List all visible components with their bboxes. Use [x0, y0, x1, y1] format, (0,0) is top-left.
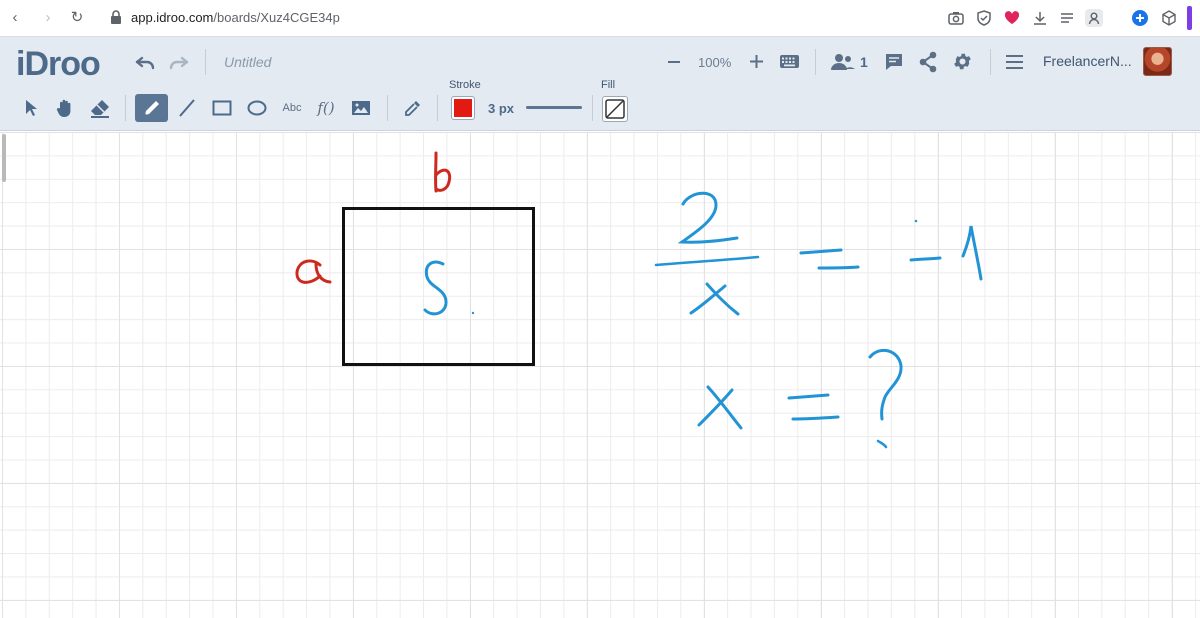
rectangle-icon: [212, 100, 232, 116]
vertical-scroll-handle[interactable]: [2, 134, 6, 182]
users-icon[interactable]: [830, 52, 856, 72]
stroke-width-preview[interactable]: [526, 106, 582, 109]
formula-tool[interactable]: f(): [311, 94, 341, 122]
color-picker-tool[interactable]: [398, 94, 428, 122]
profile-icon[interactable]: [1085, 9, 1103, 27]
pointer-icon: [26, 100, 37, 116]
pan-tool[interactable]: [50, 94, 80, 122]
no-fill-icon: [605, 99, 625, 119]
ellipse-icon: [247, 100, 267, 116]
divider: [437, 95, 438, 121]
back-icon[interactable]: ‹: [5, 8, 25, 28]
select-tool[interactable]: [16, 94, 46, 122]
gear-icon[interactable]: [952, 51, 973, 72]
screenshot-icon[interactable]: [947, 9, 965, 27]
app-header: iDroo Untitled 100% 1 FreelancerN... Abc…: [0, 37, 1200, 131]
rectangle-tool[interactable]: [207, 94, 237, 122]
url-path: /boards/Xuz4CGE34p: [213, 10, 340, 25]
fill-color-swatch[interactable]: [602, 96, 628, 122]
pencil-icon: [144, 101, 159, 115]
ellipse-tool[interactable]: [242, 94, 272, 122]
undo-icon[interactable]: [134, 54, 156, 72]
logo[interactable]: iDroo: [16, 45, 101, 84]
divider: [592, 95, 593, 121]
menu-icon[interactable]: [1005, 54, 1024, 70]
eyedropper-icon: [405, 101, 420, 116]
username[interactable]: FreelancerN...: [1043, 53, 1132, 69]
zoom-out-icon[interactable]: [667, 57, 681, 67]
url-text[interactable]: app.idroo.com/boards/Xuz4CGE34p: [131, 10, 340, 25]
side-panel-indicator[interactable]: [1187, 6, 1192, 30]
redo-icon[interactable]: [168, 54, 190, 72]
image-icon: [352, 101, 370, 115]
avatar[interactable]: [1143, 47, 1172, 76]
browser-toolbar: ‹ › ↻ app.idroo.com/boards/Xuz4CGE34p: [0, 0, 1200, 37]
board-title[interactable]: Untitled: [224, 54, 271, 70]
forward-icon[interactable]: ›: [38, 8, 58, 28]
shield-icon[interactable]: [975, 9, 993, 27]
zoom-in-icon[interactable]: [749, 54, 764, 69]
divider: [387, 95, 388, 121]
stroke-color-fill: [454, 99, 472, 117]
image-tool[interactable]: [346, 94, 376, 122]
eraser-tool[interactable]: [85, 94, 115, 122]
pencil-tool[interactable]: [135, 94, 168, 122]
fill-label: Fill: [601, 79, 616, 91]
users-count: 1: [860, 54, 868, 70]
url-host: app.idroo.com: [131, 10, 214, 25]
reload-icon[interactable]: ↻: [67, 8, 87, 28]
line-icon: [179, 99, 195, 117]
extensions-area: [1116, 0, 1200, 37]
divider: [815, 49, 816, 75]
eraser-icon: [91, 100, 109, 118]
zoom-level[interactable]: 100%: [698, 55, 731, 70]
keyboard-icon[interactable]: [779, 54, 800, 69]
whiteboard-canvas[interactable]: [0, 132, 1200, 618]
divider: [125, 95, 126, 121]
hand-icon: [56, 99, 71, 117]
extension-blue-icon[interactable]: [1131, 9, 1149, 27]
stroke-width-value[interactable]: 3 px: [488, 101, 514, 116]
download-icon[interactable]: [1031, 9, 1049, 27]
share-icon[interactable]: [918, 51, 938, 73]
lock-icon: [111, 10, 121, 24]
text-tool[interactable]: Abc: [277, 94, 307, 122]
stroke-label: Stroke: [449, 79, 481, 91]
divider: [205, 49, 206, 75]
line-tool[interactable]: [172, 94, 202, 122]
chat-icon[interactable]: [884, 52, 904, 72]
queue-icon[interactable]: [1058, 9, 1076, 27]
divider: [990, 49, 991, 75]
stroke-color-swatch[interactable]: [451, 96, 475, 120]
heart-icon[interactable]: [1003, 9, 1021, 27]
cube-icon[interactable]: [1160, 9, 1178, 27]
